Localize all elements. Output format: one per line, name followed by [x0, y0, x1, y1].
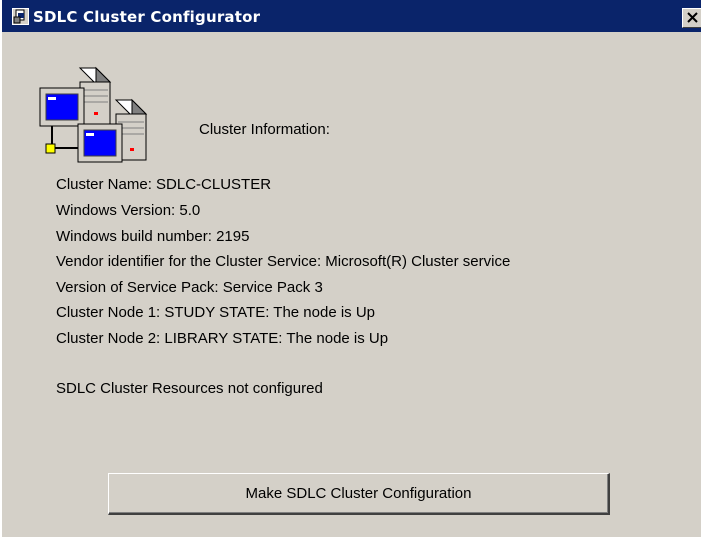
- title-bar[interactable]: SDLC Cluster Configurator: [2, 0, 701, 34]
- cluster-name-text: Cluster Name: SDLC-CLUSTER: [56, 176, 272, 193]
- resources-status-text: SDLC Cluster Resources not configured: [56, 380, 323, 397]
- service-pack-text: Version of Service Pack: Service Pack 3: [56, 279, 323, 296]
- vendor-identifier-text: Vendor identifier for the Cluster Servic…: [56, 253, 511, 270]
- cluster-information-heading: Cluster Information:: [199, 121, 330, 138]
- close-button[interactable]: [682, 8, 701, 28]
- cluster-node-1-text: Cluster Node 1: STUDY STATE: The node is…: [56, 304, 376, 321]
- windows-version-text: Windows Version: 5.0: [56, 202, 201, 219]
- server-cluster-icon: [39, 66, 148, 163]
- make-configuration-button[interactable]: Make SDLC Cluster Configuration: [108, 473, 610, 515]
- close-icon: [687, 12, 698, 23]
- cluster-configurator-window: SDLC Cluster Configurator Cluster Inform…: [0, 0, 701, 537]
- window-title: SDLC Cluster Configurator: [33, 8, 261, 26]
- application-icon[interactable]: [12, 8, 29, 25]
- cluster-node-2-text: Cluster Node 2: LIBRARY STATE: The node …: [56, 330, 389, 347]
- windows-build-text: Windows build number: 2195: [56, 228, 250, 245]
